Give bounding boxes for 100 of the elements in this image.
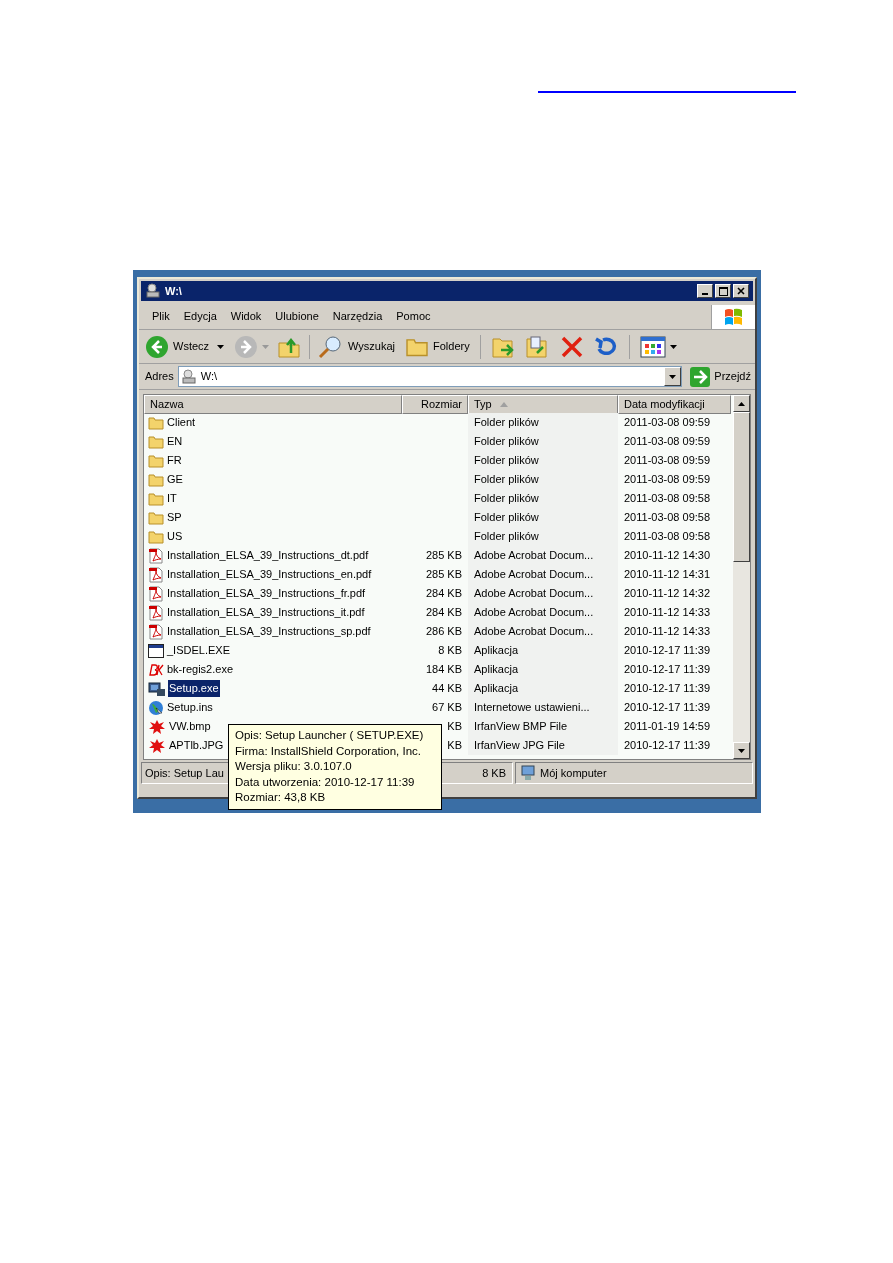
search-button[interactable]: Wyszukaj [318,334,396,359]
close-button[interactable] [733,284,749,298]
file-size: 184 KB [425,662,462,678]
folder-icon [148,491,164,506]
column-header[interactable]: Nazwa [144,395,402,414]
pdf-icon [148,566,164,583]
file-type: IrfanView JPG File [474,738,565,754]
file-name[interactable]: Installation_ELSA_39_Instructions_en.pdf [166,566,373,583]
menu-item[interactable]: Ulubione [268,308,326,325]
modified-date: 2011-03-08 09:58 [624,491,711,507]
folder-icon [405,336,430,357]
file-type: Folder plików [474,510,539,526]
file-type: Aplikacja [474,681,519,697]
globe-icon [148,699,164,716]
menu-item[interactable]: Pomoc [389,308,438,325]
file-size: 286 KB [425,624,462,640]
status-size: 8 KB [482,765,506,781]
modified-date: 2011-03-08 09:59 [624,415,711,431]
drive-icon [180,368,197,385]
scrollbar[interactable] [733,395,750,759]
file-size: 284 KB [425,586,462,602]
dropdown-button[interactable] [664,367,682,386]
folder-icon [148,453,164,468]
file-type: Adobe Acrobat Docum... [474,586,594,602]
dropdown-arrow-icon[interactable] [669,344,677,349]
modified-date: 2011-03-08 09:58 [624,529,711,545]
folders-button[interactable]: Foldery [405,336,470,357]
menu-item[interactable]: Narzędzia [325,308,390,325]
computer-icon [148,680,166,697]
file-type: Folder plików [474,434,539,450]
close-icon [737,287,745,295]
column-header[interactable]: Typ [468,395,618,414]
computer-icon [520,765,536,781]
column-header[interactable]: Data modyfikacji [618,395,731,414]
file-name[interactable]: Installation_ELSA_39_Instructions_it.pdf [166,604,366,621]
file-size: 44 KB [432,681,462,697]
modified-date: 2010-12-17 11:39 [624,662,711,678]
file-name[interactable]: _ISDEL.EXE [166,642,231,659]
modified-date: 2010-12-17 11:39 [624,681,711,697]
back-button[interactable]: Wstecz [145,334,214,359]
folder-icon [148,529,164,544]
tooltip-line: Firma: InstallShield Corporation, Inc. [235,743,422,759]
menu-item[interactable]: Edycja [176,308,224,325]
minimize-button[interactable] [697,284,713,298]
file-size: KB [447,719,462,735]
pdf-icon [148,585,164,602]
file-name[interactable]: APTlb.JPG [168,737,225,754]
modified-date: 2010-12-17 11:39 [624,700,711,716]
file-size: 67 KB [432,700,462,716]
file-name[interactable]: bk-regis2.exe [166,661,235,678]
file-type: Adobe Acrobat Docum... [474,605,594,621]
file-name[interactable]: Setup.exe [168,680,220,697]
file-name[interactable]: Installation_ELSA_39_Instructions_dt.pdf [166,547,370,564]
go-button[interactable]: Przejdź [690,366,751,387]
modified-date: 2011-03-08 09:59 [624,453,711,469]
file-name[interactable]: GE [166,471,184,488]
column-header[interactable]: Rozmiar [402,395,468,414]
maximize-button[interactable] [715,284,731,298]
file-type: Folder plików [474,491,539,507]
file-name[interactable]: SP [166,509,183,526]
file-name[interactable]: Installation_ELSA_39_Instructions_fr.pdf [166,585,367,602]
go-arrow-icon [690,366,711,387]
modified-date: 2010-11-12 14:30 [624,548,711,564]
file-type: Folder plików [474,529,539,545]
modified-date: 2010-12-17 11:39 [624,738,711,754]
menu-item[interactable]: Plik [145,308,177,325]
file-name[interactable]: VW.bmp [168,718,212,735]
modified-date: 2011-03-08 09:59 [624,472,711,488]
modified-date: 2010-11-12 14:33 [624,624,711,640]
splat-icon [148,737,166,754]
file-name[interactable]: Client [166,414,197,431]
bk-logo-icon [148,662,164,677]
views-icon[interactable] [639,335,666,358]
file-size: 8 KB [438,643,462,659]
file-name[interactable]: IT [166,490,178,507]
windows-flag-icon [723,307,744,326]
file-type: Adobe Acrobat Docum... [474,567,594,583]
file-name[interactable]: EN [166,433,184,450]
tooltip-line: Data utworzenia: 2010-12-17 11:39 [235,774,416,790]
file-type: Folder plików [474,453,539,469]
file-type: Internetowe ustawieni... [474,700,590,716]
modified-date: 2010-11-12 14:31 [624,567,711,583]
address-field[interactable]: W:\ [177,366,683,387]
file-name[interactable]: Installation_ELSA_39_Instructions_sp.pdf [166,623,372,640]
modified-date: 2011-03-08 09:58 [624,510,711,526]
tooltip-line: Wersja pliku: 3.0.107.0 [235,759,353,774]
modified-date: 2011-03-08 09:59 [624,434,711,450]
file-name[interactable]: Setup.ins [166,699,214,716]
file-type: Aplikacja [474,643,519,659]
file-name[interactable]: US [166,528,184,545]
window-title: W:\ [165,283,182,299]
menu-item[interactable]: Widok [223,308,269,325]
file-type: Folder plików [474,415,539,431]
tooltip-line: Rozmiar: 43,8 KB [235,790,327,805]
dropdown-arrow-icon[interactable] [217,344,225,349]
folder-icon [148,472,164,487]
file-type: Adobe Acrobat Docum... [474,624,594,640]
address-label: Adres [145,369,174,385]
pdf-icon [148,604,164,621]
file-name[interactable]: FR [166,452,183,469]
